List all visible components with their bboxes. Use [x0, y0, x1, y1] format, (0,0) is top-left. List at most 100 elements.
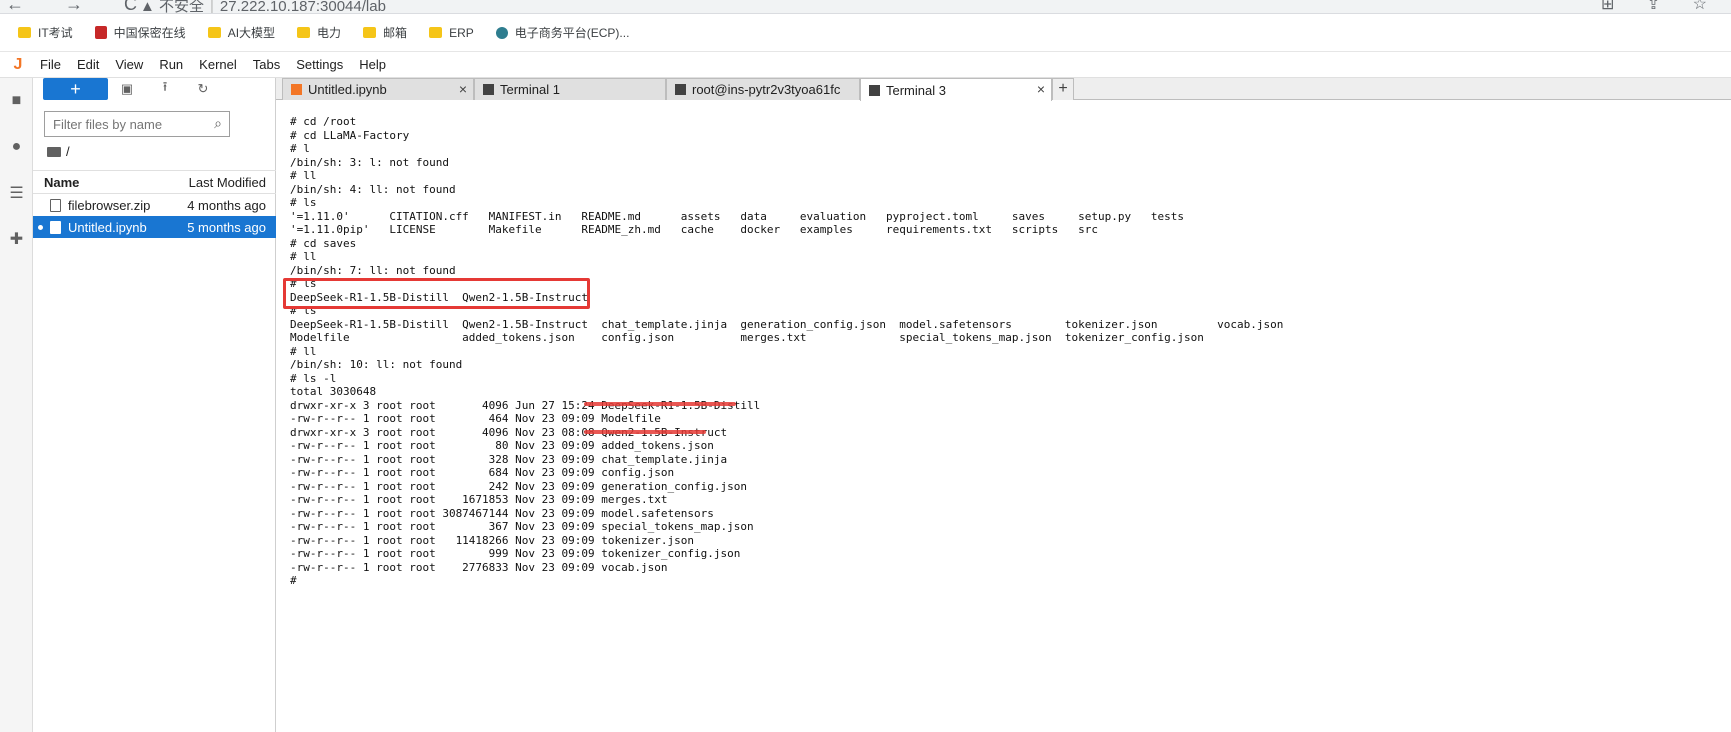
terminal-line: drwxr-xr-x 3 root root 4096 Nov 23 08:08…: [290, 425, 728, 439]
file-browser-toolbar: + ▣ ⭱ ↻: [43, 78, 273, 100]
menu-settings[interactable]: Settings: [288, 57, 351, 72]
menu-tabs[interactable]: Tabs: [245, 57, 288, 72]
terminal-line: /bin/sh: 10: ll: not found: [290, 358, 463, 371]
search-icon: ⌕: [214, 115, 222, 131]
folder-icon: [363, 27, 377, 38]
address-bar[interactable]: ▲ 不安全 | 27.222.10.187:30044/lab: [140, 0, 386, 13]
terminal-line: -rw-r--r-- 1 root root 3087467144 Nov 23…: [290, 506, 714, 520]
tab-label: Terminal 3: [886, 82, 946, 98]
terminal-icon: [483, 84, 494, 95]
menu-help[interactable]: Help: [351, 57, 394, 72]
bookmark-ecp[interactable]: 电子商务平台(ECP)...: [495, 24, 629, 41]
folder-icon: [207, 27, 221, 38]
folder-icon: [297, 27, 311, 38]
folder-icon: [47, 146, 61, 157]
tab-terminal-3[interactable]: Terminal 3 ×: [860, 78, 1052, 101]
redaction-mark: [584, 402, 736, 406]
url-text[interactable]: 27.222.10.187:30044/lab: [220, 0, 386, 13]
terminal-line: -rw-r--r-- 1 root root 11418266 Nov 23 0…: [290, 533, 694, 547]
terminal-line: -rw-r--r-- 1 root root 684 Nov 23 09:09 …: [290, 466, 675, 479]
bookmark-power[interactable]: 电力: [297, 24, 341, 41]
zip-file-icon: [50, 198, 61, 212]
notebook-icon: [291, 84, 302, 95]
notebook-icon: [50, 220, 61, 234]
browser-action-icons[interactable]: ⊞ ⇪ ☆: [1601, 0, 1721, 13]
jupyter-logo-icon: J: [13, 55, 23, 73]
file-name: Untitled.ipynb: [68, 219, 147, 235]
file-browser-icon[interactable]: ■: [0, 78, 33, 124]
terminal-line: # l: [290, 142, 310, 155]
add-tab-button[interactable]: +: [1052, 78, 1074, 100]
menu-edit[interactable]: Edit: [69, 57, 107, 72]
tab-root-terminal[interactable]: root@ins-pytr2v3tyoa61fc: [666, 78, 860, 100]
new-launcher-button[interactable]: +: [43, 78, 108, 100]
tab-label: Untitled.ipynb: [308, 82, 387, 97]
bookmark-it-exam[interactable]: IT考试: [18, 24, 73, 41]
redaction-mark: [584, 430, 706, 434]
globe-icon: [495, 26, 508, 39]
bookmark-mail[interactable]: 邮箱: [363, 24, 407, 41]
terminal-line: -rw-r--r-- 1 root root 328 Nov 23 09:09 …: [290, 452, 728, 466]
bookmarks-bar: IT考试 中国保密在线 AI大模型 电力 邮箱 ERP 电子商务平台(ECP).…: [0, 14, 1731, 52]
terminal-line: Modelfile added_tokens.json config.json …: [290, 331, 1204, 344]
menubar: J File Edit View Run Kernel Tabs Setting…: [0, 52, 1731, 78]
terminal-line: # ll: [290, 169, 317, 182]
tab-terminal-1[interactable]: Terminal 1: [474, 78, 666, 100]
highlight-annotation-box: [283, 278, 590, 309]
terminal-line: '=1.11.0pip' LICENSE Makefile README_zh.…: [290, 223, 1098, 236]
bookmark-erp[interactable]: ERP: [429, 26, 474, 40]
menu-kernel[interactable]: Kernel: [191, 57, 245, 72]
close-icon[interactable]: ×: [1037, 81, 1045, 97]
tab-label: root@ins-pytr2v3tyoa61fc: [692, 82, 841, 97]
bookmark-ai-models[interactable]: AI大模型: [207, 24, 275, 41]
terminal-line: -rw-r--r-- 1 root root 242 Nov 23 09:09 …: [290, 479, 747, 493]
tab-label: Terminal 1: [500, 82, 560, 97]
bookmark-secrecy[interactable]: 中国保密在线: [94, 24, 186, 41]
menu-run[interactable]: Run: [151, 57, 191, 72]
terminal-line: -rw-r--r-- 1 root root 2776833 Nov 23 09…: [290, 560, 668, 574]
terminal-output[interactable]: # cd /root # cd LLaMA-Factory # l/bin/sh: …: [290, 115, 1283, 588]
terminal-line: -rw-r--r-- 1 root root 1671853 Nov 23 09…: [290, 493, 668, 506]
terminal-line: # cd LLaMA-Factory: [290, 128, 410, 142]
activity-bar: ■ ● ☰ ✚: [0, 78, 33, 732]
folder-icon: [429, 27, 443, 38]
browser-toolbar: ← → C ▲ 不安全 | 27.222.10.187:30044/lab ⊞ ⇪ …: [0, 0, 1731, 14]
terminal-line: # cd /root: [290, 115, 357, 128]
breadcrumb[interactable]: /: [47, 144, 70, 159]
terminal-line: # ls: [290, 196, 317, 209]
refresh-icon[interactable]: ↻: [184, 81, 222, 97]
file-name: filebrowser.zip: [68, 197, 151, 213]
breadcrumb-path[interactable]: /: [66, 144, 70, 159]
tab-untitled-notebook[interactable]: Untitled.ipynb ×: [282, 78, 474, 100]
upload-icon[interactable]: ⭱: [146, 78, 184, 100]
browser-nav-icons[interactable]: ← → C: [6, 0, 155, 13]
security-indicator[interactable]: ▲ 不安全: [140, 0, 204, 13]
terminal-line: /bin/sh: 3: l: not found: [290, 155, 449, 169]
file-browser-panel: + ▣ ⭱ ↻ Filter files by name ⌕ / Name La…: [33, 78, 276, 732]
terminal-line: DeepSeek-R1-1.5B-Distill Qwen2-1.5B-Inst…: [290, 317, 1284, 331]
filter-files-input[interactable]: Filter files by name ⌕: [44, 111, 230, 137]
terminal-line: -rw-r--r-- 1 root root 999 Nov 23 09:09 …: [290, 547, 741, 560]
shield-icon: [94, 26, 107, 39]
running-sessions-icon[interactable]: ●: [0, 124, 33, 170]
terminal-icon: [675, 84, 686, 95]
filter-placeholder: Filter files by name: [53, 117, 163, 132]
file-row-selected[interactable]: Untitled.ipynb 5 months ago: [33, 216, 276, 238]
terminal-line: '=1.11.0' CITATION.cff MANIFEST.in READM…: [290, 209, 1185, 223]
new-folder-icon[interactable]: ▣: [108, 81, 146, 97]
close-icon[interactable]: ×: [459, 81, 467, 97]
file-row[interactable]: filebrowser.zip 4 months ago: [33, 194, 276, 216]
terminal-line: -rw-r--r-- 1 root root 367 Nov 23 09:09 …: [290, 520, 754, 533]
menu-view[interactable]: View: [107, 57, 151, 72]
column-name-header[interactable]: Name: [33, 175, 173, 190]
terminal-panel[interactable]: # cd /root # cd LLaMA-Factory # l/bin/sh: …: [276, 101, 1731, 732]
terminal-line: #: [290, 574, 297, 587]
terminal-line: # cd saves: [290, 236, 357, 250]
terminal-line: -rw-r--r-- 1 root root 464 Nov 23 09:09 …: [290, 412, 661, 425]
terminal-icon: [869, 84, 880, 96]
extensions-icon[interactable]: ✚: [0, 216, 33, 262]
table-of-contents-icon[interactable]: ☰: [0, 170, 33, 216]
file-modified: 4 months ago: [187, 197, 266, 213]
menu-file[interactable]: File: [32, 57, 69, 72]
column-modified-header[interactable]: Last Modified: [189, 175, 276, 190]
